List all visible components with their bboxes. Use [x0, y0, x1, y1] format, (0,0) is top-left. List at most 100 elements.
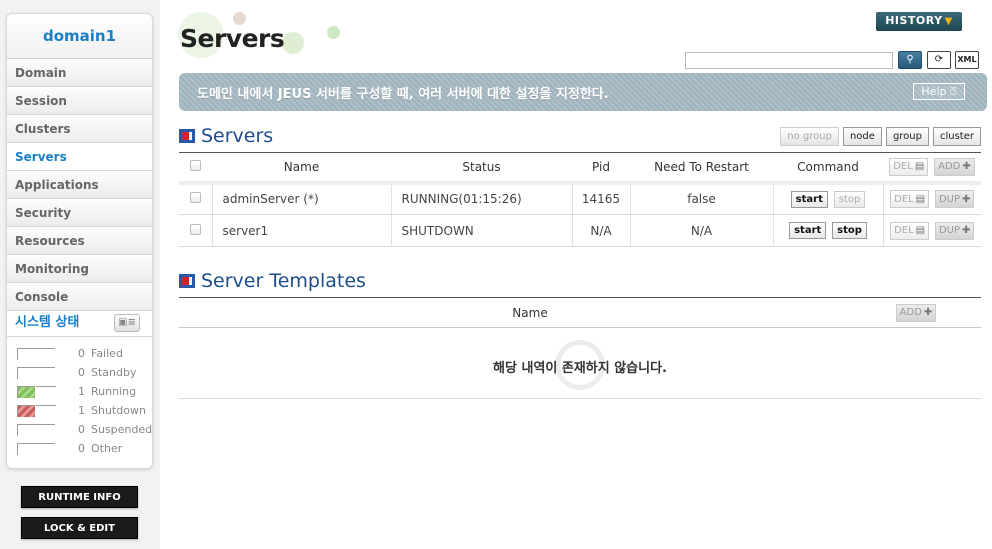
column-header-pid[interactable]: Pid — [572, 152, 630, 183]
group-filter-buttons: no group node group cluster — [780, 127, 981, 146]
help-button[interactable]: Help ⍰ — [913, 83, 965, 100]
banner-text: 도메인 내에서 JEUS 서버를 구성할 때, 여러 서버에 대한 설정을 지정… — [197, 87, 609, 102]
duplicate-row-button[interactable]: DUP ✚ — [934, 221, 975, 240]
status-row-suspended: 0 Suspended — [7, 421, 152, 440]
add-template-button[interactable]: ADD ✚ — [895, 303, 937, 322]
select-all-checkbox[interactable] — [190, 159, 201, 171]
row-select-cell — [179, 180, 212, 215]
del-label: DEL — [894, 225, 914, 236]
server-status-cell: RUNNING(01:15:26) — [390, 180, 572, 215]
delete-selected-button[interactable]: DEL ▤ — [889, 157, 929, 176]
row-checkbox[interactable] — [189, 223, 201, 235]
status-list: 0 Failed 0 Standby 1 Running 1 Shutdown … — [7, 337, 152, 459]
add-label: ADD — [899, 307, 922, 318]
stop-button[interactable]: stop — [833, 190, 866, 208]
nav-item-resources[interactable]: Resources — [7, 227, 152, 255]
status-bar-shutdown — [17, 405, 56, 417]
filter-group-button[interactable]: group — [885, 127, 929, 146]
add-server-button[interactable]: ADD ✚ — [934, 157, 975, 176]
status-bar-suspended — [17, 424, 55, 436]
add-label: ADD — [938, 161, 961, 173]
status-label: Failed — [91, 347, 123, 360]
filter-node-button[interactable]: node — [842, 127, 882, 146]
row-actions-cell: DEL ▤ DUP ✚ — [882, 180, 981, 215]
refresh-icon: ⟳ — [934, 54, 944, 65]
nav-item-monitoring[interactable]: Monitoring — [7, 255, 152, 283]
status-label: Running — [91, 385, 137, 398]
delete-row-button[interactable]: DEL ▤ — [890, 190, 930, 209]
plus-icon: ✚ — [962, 161, 971, 173]
table-header-row: Name ADD ✚ — [179, 297, 981, 328]
server-restart-cell: false — [629, 180, 773, 215]
delete-icon: ▤ — [915, 225, 926, 236]
history-button[interactable]: HISTORY ▼ — [876, 12, 962, 31]
status-bar-running — [17, 386, 56, 398]
plus-icon: ✚ — [962, 193, 971, 205]
nav-item-domain[interactable]: Domain — [7, 59, 152, 87]
row-actions-cell: DEL ▤ DUP ✚ — [882, 214, 981, 247]
column-header-name[interactable]: Name — [179, 297, 851, 328]
column-header-status[interactable]: Status — [391, 152, 572, 183]
side-panel: domain1 Domain Session Clusters Servers … — [6, 13, 153, 469]
nav-item-session[interactable]: Session — [7, 87, 152, 115]
search-button[interactable]: ⚲ — [898, 51, 922, 69]
lock-edit-button[interactable]: LOCK & EDIT — [21, 517, 138, 539]
nav-item-console[interactable]: Console — [7, 283, 152, 311]
section-icon — [179, 274, 195, 288]
status-label: Standby — [91, 366, 137, 379]
status-count: 0 — [78, 442, 85, 455]
server-status-cell: SHUTDOWN — [390, 214, 572, 247]
page-title: Servers — [180, 24, 285, 53]
status-count: 1 — [78, 404, 85, 417]
domain-title[interactable]: domain1 — [7, 14, 152, 59]
server-name-cell[interactable]: server1 — [211, 214, 391, 247]
status-label: Shutdown — [91, 404, 146, 417]
select-all-cell — [179, 152, 212, 183]
sidebar: domain1 Domain Session Clusters Servers … — [0, 0, 160, 549]
delete-row-button[interactable]: DEL ▤ — [890, 221, 930, 240]
status-row-shutdown: 1 Shutdown — [7, 402, 152, 421]
runtime-info-button[interactable]: RUNTIME INFO — [21, 486, 138, 508]
duplicate-row-button[interactable]: DUP ✚ — [934, 190, 975, 209]
column-header-restart[interactable]: Need To Restart — [630, 152, 773, 183]
status-bar-other — [17, 443, 55, 455]
nav-list: Domain Session Clusters Servers Applicat… — [7, 59, 152, 311]
column-header-name[interactable]: Name — [212, 152, 391, 183]
status-count: 1 — [78, 385, 85, 398]
help-label: Help — [921, 85, 947, 98]
chevron-down-icon: ▼ — [944, 16, 953, 27]
start-button[interactable]: start — [789, 222, 827, 239]
nav-item-applications[interactable]: Applications — [7, 171, 152, 199]
start-button[interactable]: start — [790, 190, 828, 208]
templates-table: Name ADD ✚ — [179, 297, 981, 328]
server-name-cell[interactable]: adminServer (*) — [211, 180, 391, 215]
server-command-cell: start stop — [772, 180, 883, 215]
export-xml-button[interactable]: XML — [955, 51, 979, 69]
status-row-failed: 0 Failed — [7, 345, 152, 364]
decor-circle — [282, 32, 304, 54]
status-label: Other — [91, 442, 123, 455]
header-actions-cell: ADD ✚ — [851, 297, 981, 328]
plus-icon: ✚ — [962, 225, 971, 236]
refresh-button[interactable]: ⟳ — [927, 51, 951, 69]
servers-section-title: Servers — [201, 125, 274, 147]
servers-table: Name Status Pid Need To Restart Command … — [179, 152, 981, 247]
nav-item-clusters[interactable]: Clusters — [7, 115, 152, 143]
del-label: DEL — [893, 161, 913, 173]
filter-cluster-button[interactable]: cluster — [932, 127, 981, 146]
nav-item-servers[interactable]: Servers — [7, 143, 152, 171]
description-banner: 도메인 내에서 JEUS 서버를 구성할 때, 여러 서버에 대한 설정을 지정… — [179, 73, 987, 111]
server-pid-cell: 14165 — [571, 180, 630, 215]
status-row-other: 0 Other — [7, 440, 152, 459]
row-select-cell — [179, 214, 212, 247]
search-input[interactable] — [685, 52, 893, 69]
system-status-header: 시스템 상태 ▣≡ — [7, 311, 152, 337]
system-status-card-icon[interactable]: ▣≡ — [114, 314, 140, 332]
decor-circle — [327, 26, 340, 39]
nav-item-security[interactable]: Security — [7, 199, 152, 227]
row-checkbox[interactable] — [189, 192, 201, 204]
filter-no-group-button[interactable]: no group — [780, 127, 839, 146]
status-count: 0 — [78, 347, 85, 360]
status-row-running: 1 Running — [7, 383, 152, 402]
stop-button[interactable]: stop — [832, 222, 867, 239]
